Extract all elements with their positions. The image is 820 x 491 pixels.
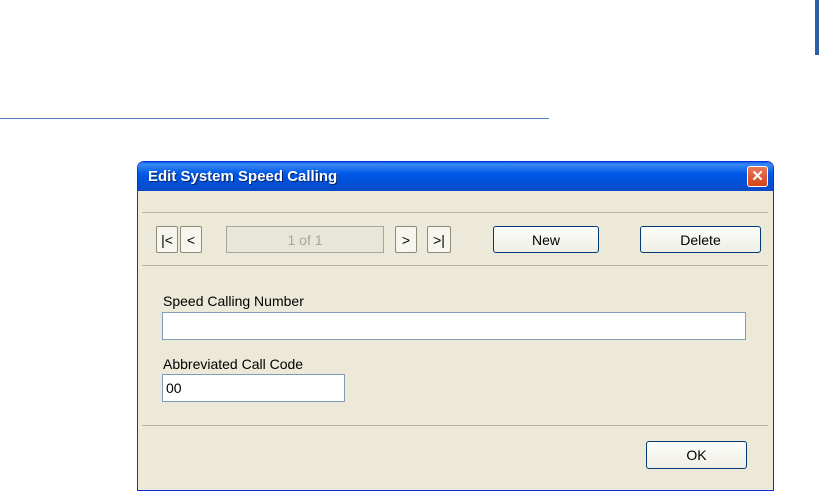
close-button[interactable]: ✕ — [747, 166, 768, 187]
page-divider — [0, 118, 549, 119]
record-toolbar: |< < 1 of 1 > >| New Delete — [142, 212, 768, 266]
dialog-titlebar: Edit System Speed Calling ✕ — [138, 162, 773, 191]
speed-calling-number-label: Speed Calling Number — [163, 293, 304, 309]
speed-calling-number-input[interactable] — [162, 312, 746, 340]
last-record-button[interactable]: >| — [427, 226, 451, 253]
footer-divider — [142, 425, 768, 426]
page-edge-marker — [815, 0, 819, 55]
abbreviated-call-code-input[interactable] — [162, 374, 345, 402]
dialog-title: Edit System Speed Calling — [148, 168, 338, 185]
edit-system-speed-calling-dialog: Edit System Speed Calling ✕ |< < 1 of 1 … — [137, 161, 774, 491]
ok-button[interactable]: OK — [646, 441, 747, 469]
delete-button[interactable]: Delete — [640, 226, 761, 253]
abbreviated-call-code-label: Abbreviated Call Code — [163, 356, 304, 372]
previous-record-button[interactable]: < — [180, 226, 202, 253]
next-record-button[interactable]: > — [395, 226, 417, 253]
record-position-indicator: 1 of 1 — [226, 226, 384, 253]
first-record-button[interactable]: |< — [156, 226, 178, 253]
new-button[interactable]: New — [493, 226, 599, 253]
close-icon: ✕ — [751, 168, 764, 185]
